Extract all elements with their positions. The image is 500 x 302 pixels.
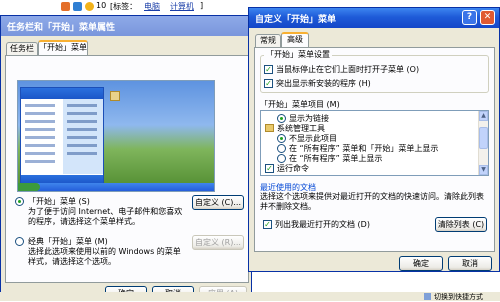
menu-items-title: 「开始」菜单项目 (M) (260, 100, 340, 109)
tab-taskbar[interactable]: 任务栏 (6, 42, 38, 56)
tag-link-computer[interactable]: 电脑 (144, 1, 160, 12)
clear-list-button[interactable]: 清除列表 (C) (435, 217, 487, 232)
help-icon[interactable]: ? (462, 10, 477, 25)
tab-start-menu[interactable]: 「开始」菜单 (38, 40, 88, 56)
tag-label: [标签： (110, 2, 138, 11)
classic-menu-option-label[interactable]: 经典「开始」菜单 (M) (28, 236, 108, 247)
smiley-icon (85, 2, 94, 11)
open-submenu-checkbox[interactable]: ✓ (264, 65, 273, 74)
scroll-thumb[interactable] (479, 127, 488, 149)
cancel-button[interactable]: 取消 (448, 256, 492, 271)
tab-advanced[interactable]: 高级 (281, 32, 309, 48)
taskbar-properties-titlebar[interactable]: 任务栏和「开始」菜单属性 (1, 16, 251, 36)
shortcut-icon (424, 293, 431, 300)
settings-group-title: 「开始」菜单设置 (264, 49, 332, 60)
radio-dont-show[interactable] (277, 134, 286, 143)
desktop-icon (110, 91, 120, 101)
tag-link-calculator[interactable]: 计算机 (170, 1, 194, 12)
highlight-new-label[interactable]: 突出显示新安装的程序 (H) (276, 78, 371, 89)
start-menu-radio[interactable] (15, 197, 24, 206)
customize-classic-menu-button[interactable]: 自定义 (R)... (192, 235, 244, 250)
window-title: 任务栏和「开始」菜单属性 (7, 23, 116, 33)
window-title: 自定义「开始」菜单 (255, 15, 337, 25)
tab-general[interactable]: 常规 (255, 34, 281, 48)
preview-taskbar (18, 183, 214, 191)
start-menu-preview (17, 80, 215, 192)
radio-show-all-programs[interactable] (277, 154, 286, 163)
classic-menu-radio[interactable] (15, 237, 24, 246)
count-text: 10 (96, 1, 107, 10)
preview-start-menu (20, 87, 104, 185)
menu-items-listbox[interactable]: 显示为链接 系统管理工具 不显示此项目 在 “所有程序” 菜单和「开始」菜单上显… (260, 110, 489, 176)
recent-docs-desc: 选择这个选项来提供对最近打开的文档的快速访问。清除此列表并不删除文档。 (260, 192, 484, 211)
highlight-new-checkbox[interactable]: ✓ (264, 79, 273, 88)
open-submenu-label[interactable]: 当鼠标停止在它们上面时打开子菜单 (O) (276, 64, 419, 75)
list-recent-docs-checkbox[interactable]: ✓ (263, 220, 272, 229)
listbox-scrollbar[interactable]: ▲ ▼ (478, 111, 488, 175)
list-recent-docs-label[interactable]: 列出我最近打开的文档 (D) (275, 219, 370, 230)
item-run-command[interactable]: 运行命令 (277, 163, 309, 174)
tag-end: ] (200, 1, 204, 10)
classic-menu-option-desc: 选择此选项来使用以前的 Windows 的菜单样式，请选择这个选项。 (28, 247, 181, 266)
run-command-checkbox[interactable]: ✓ (265, 164, 274, 173)
customize-titlebar[interactable]: 自定义「开始」菜单 ? ✕ (249, 8, 499, 28)
bottom-strip: 切换到快捷方式 (0, 292, 500, 301)
scroll-up-icon[interactable]: ▲ (479, 111, 488, 121)
taskbar-properties-window: 任务栏和「开始」菜单属性 任务栏 「开始」菜单 「开始」菜单 (S) 为了便于访… (0, 15, 252, 301)
start-menu-option-label[interactable]: 「开始」菜单 (S) (28, 196, 90, 207)
start-menu-option-desc: 为了便于访问 Internet、电子邮件和您喜欢的程序，请选择这个菜单样式。 (28, 207, 183, 226)
ok-button[interactable]: 确定 (399, 256, 443, 271)
folder-icon (265, 124, 274, 132)
customize-start-menu-window: 自定义「开始」菜单 ? ✕ 常规 高级 「开始」菜单设置 ✓ 当鼠标停止在它们上… (248, 7, 500, 272)
favorite-icon (73, 2, 82, 11)
scroll-down-icon[interactable]: ▼ (479, 165, 488, 175)
radio-display-as-link[interactable] (277, 114, 286, 123)
customize-start-menu-button[interactable]: 自定义 (C)... (192, 195, 244, 210)
radio-show-both[interactable] (277, 144, 286, 153)
app-icon (61, 2, 70, 11)
preview-start-button (18, 183, 40, 191)
close-icon[interactable]: ✕ (480, 10, 495, 25)
